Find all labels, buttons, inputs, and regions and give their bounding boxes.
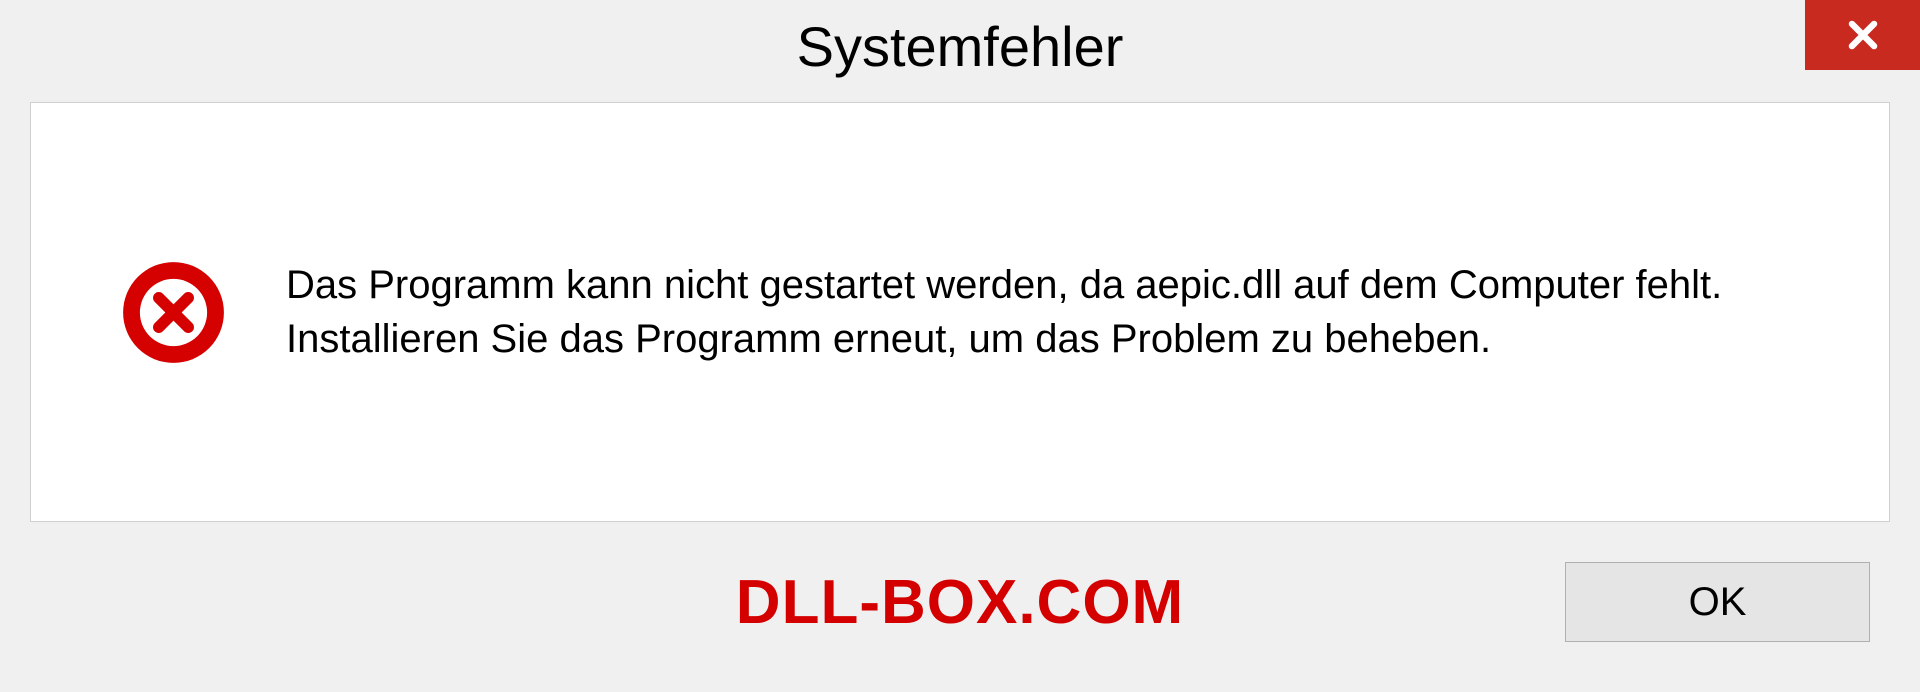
dialog-title: Systemfehler bbox=[797, 14, 1124, 79]
error-message: Das Programm kann nicht gestartet werden… bbox=[286, 258, 1829, 366]
ok-button[interactable]: OK bbox=[1565, 562, 1870, 642]
close-icon bbox=[1844, 16, 1882, 54]
titlebar: Systemfehler bbox=[0, 0, 1920, 92]
close-button[interactable] bbox=[1805, 0, 1920, 70]
error-dialog: Systemfehler Das Programm kann nicht ges… bbox=[0, 0, 1920, 692]
error-icon bbox=[121, 260, 226, 365]
content-area: Das Programm kann nicht gestartet werden… bbox=[30, 102, 1890, 522]
footer: DLL-BOX.COM OK bbox=[0, 542, 1920, 692]
watermark-text: DLL-BOX.COM bbox=[736, 567, 1184, 638]
